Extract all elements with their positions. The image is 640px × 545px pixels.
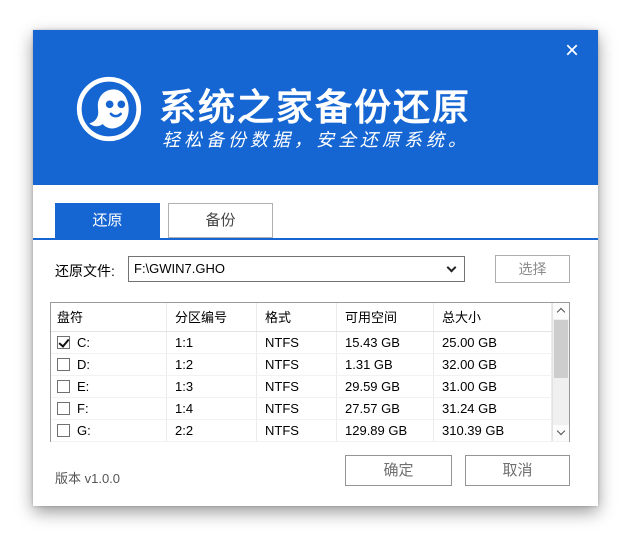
partition-id: 1:1 xyxy=(167,332,257,353)
free-space-value: 129.89 GB xyxy=(337,420,434,441)
version-label: 版本 v1.0.0 xyxy=(55,468,120,487)
tab-backup[interactable]: 备份 xyxy=(168,203,273,238)
format-value: NTFS xyxy=(257,398,337,419)
partition-table: 盘符 分区编号 格式 可用空间 总大小 C: 1:1 NTFS 15.43 GB… xyxy=(50,302,570,442)
tab-restore[interactable]: 还原 xyxy=(55,203,160,238)
partition-id: 1:2 xyxy=(167,354,257,375)
drive-letter: D: xyxy=(77,354,90,375)
chevron-down-icon[interactable] xyxy=(447,263,457,273)
drive-checkbox[interactable] xyxy=(57,380,70,393)
app-subtitle: 轻松备份数据，安全还原系统。 xyxy=(162,126,470,152)
drive-letter: E: xyxy=(77,376,89,397)
table-row[interactable]: D: 1:2 NTFS 1.31 GB 32.00 GB xyxy=(51,354,569,376)
free-space-value: 29.59 GB xyxy=(337,376,434,397)
column-header-drive: 盘符 xyxy=(51,303,167,331)
restore-file-combobox[interactable]: F:\GWIN7.GHO xyxy=(128,256,465,282)
total-size-value: 25.00 GB xyxy=(434,332,552,353)
ghost-logo-icon xyxy=(75,75,143,143)
drive-checkbox[interactable] xyxy=(57,402,70,415)
scroll-down-icon[interactable] xyxy=(553,425,569,441)
total-size-value: 32.00 GB xyxy=(434,354,552,375)
column-header-partition: 分区编号 xyxy=(167,303,257,331)
column-header-format: 格式 xyxy=(257,303,337,331)
table-row[interactable]: F: 1:4 NTFS 27.57 GB 31.24 GB xyxy=(51,398,569,420)
scrollbar-thumb[interactable] xyxy=(554,320,568,378)
format-value: NTFS xyxy=(257,376,337,397)
select-file-button[interactable]: 选择 xyxy=(495,255,570,283)
drive-checkbox[interactable] xyxy=(57,358,70,371)
app-window: × 系统之家备份还原 轻松备份数据，安全还原系统。 还原 备份 还原文件: F:… xyxy=(33,30,598,506)
partition-id: 1:3 xyxy=(167,376,257,397)
scroll-up-icon[interactable] xyxy=(553,303,569,319)
table-header-row: 盘符 分区编号 格式 可用空间 总大小 xyxy=(51,303,569,332)
drive-checkbox[interactable] xyxy=(57,424,70,437)
table-row[interactable]: G: 2:2 NTFS 129.89 GB 310.39 GB xyxy=(51,420,569,442)
drive-letter: G: xyxy=(77,420,91,441)
drive-letter: C: xyxy=(77,332,90,353)
column-header-total: 总大小 xyxy=(434,303,552,331)
ok-button[interactable]: 确定 xyxy=(345,455,452,486)
close-icon[interactable]: × xyxy=(558,38,586,66)
restore-file-value: F:\GWIN7.GHO xyxy=(134,261,225,276)
app-header: × 系统之家备份还原 轻松备份数据，安全还原系统。 xyxy=(33,30,598,185)
app-title: 系统之家备份还原 xyxy=(159,77,471,131)
format-value: NTFS xyxy=(257,354,337,375)
free-space-value: 1.31 GB xyxy=(337,354,434,375)
free-space-value: 27.57 GB xyxy=(337,398,434,419)
table-row[interactable]: C: 1:1 NTFS 15.43 GB 25.00 GB xyxy=(51,332,569,354)
restore-file-label: 还原文件: xyxy=(55,261,115,281)
drive-checkbox[interactable] xyxy=(57,336,70,349)
partition-id: 1:4 xyxy=(167,398,257,419)
total-size-value: 310.39 GB xyxy=(434,420,552,441)
total-size-value: 31.24 GB xyxy=(434,398,552,419)
format-value: NTFS xyxy=(257,420,337,441)
table-row[interactable]: E: 1:3 NTFS 29.59 GB 31.00 GB xyxy=(51,376,569,398)
format-value: NTFS xyxy=(257,332,337,353)
drive-letter: F: xyxy=(77,398,89,419)
table-body: C: 1:1 NTFS 15.43 GB 25.00 GB D: 1:2 NTF… xyxy=(51,332,569,442)
total-size-value: 31.00 GB xyxy=(434,376,552,397)
cancel-button[interactable]: 取消 xyxy=(465,455,570,486)
table-scrollbar[interactable] xyxy=(552,303,569,441)
column-header-free: 可用空间 xyxy=(337,303,434,331)
free-space-value: 15.43 GB xyxy=(337,332,434,353)
tab-underline xyxy=(33,238,598,240)
partition-id: 2:2 xyxy=(167,420,257,441)
